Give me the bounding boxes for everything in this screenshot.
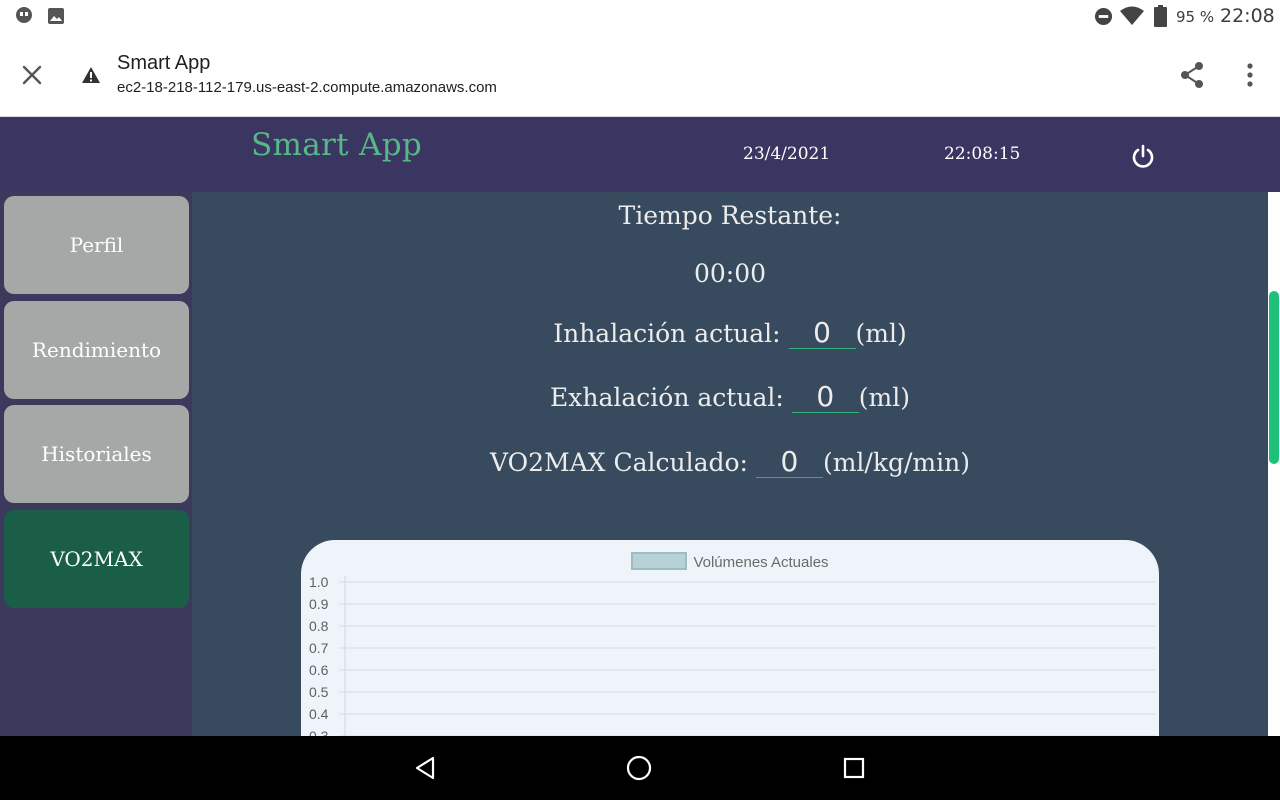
share-icon[interactable] xyxy=(1179,61,1205,89)
exhalation-unit: (ml) xyxy=(858,383,910,412)
remaining-time-value: 00:00 xyxy=(693,259,767,288)
sidebar-item-historiales[interactable]: Historiales xyxy=(4,405,189,503)
hangouts-notification-icon xyxy=(16,7,32,23)
volumes-chart: Volúmenes Actuales 1.0 0.9 0.8 0.7 0.6 0.5 0.4… xyxy=(301,540,1159,736)
remaining-time-label: Tiempo Restante: xyxy=(618,201,842,230)
do-not-disturb-icon xyxy=(1094,7,1113,26)
system-nav-bar xyxy=(0,736,1280,800)
scrollbar-thumb[interactable] xyxy=(1269,291,1279,464)
y-tick-label: 0.3 xyxy=(309,728,329,736)
vo2max-unit: (ml/kg/min) xyxy=(822,448,970,477)
inhalation-unit: (ml) xyxy=(855,319,907,348)
chart-plot: 1.0 0.9 0.8 0.7 0.6 0.5 0.4 0.3 xyxy=(309,574,1156,736)
close-icon[interactable] xyxy=(22,65,42,85)
battery-icon xyxy=(1154,5,1167,27)
browser-toolbar: Smart App ec2-18-218-112-179.us-east-2.c… xyxy=(0,32,1280,117)
image-notification-icon xyxy=(48,8,64,24)
exhalation-label: Exhalación actual: xyxy=(550,383,784,412)
home-icon[interactable] xyxy=(626,755,652,781)
y-tick-label: 0.8 xyxy=(309,618,329,634)
inhalation-label: Inhalación actual: xyxy=(553,319,781,348)
y-tick-label: 0.6 xyxy=(309,662,329,678)
y-tick-label: 1.0 xyxy=(309,574,329,590)
not-secure-warning-icon[interactable] xyxy=(81,66,101,84)
clock: 22:08 xyxy=(1220,5,1275,27)
power-icon[interactable] xyxy=(1129,143,1157,171)
sidebar-item-rendimiento[interactable]: Rendimiento xyxy=(4,301,189,399)
app-brand: Smart App xyxy=(251,127,423,163)
sidebar-item-perfil[interactable]: Perfil xyxy=(4,196,189,294)
scrollbar-track[interactable] xyxy=(1268,192,1280,736)
status-bar: 95 % 22:08 xyxy=(0,0,1280,32)
y-tick-label: 0.9 xyxy=(309,596,329,612)
main-panel: Tiempo Restante: 00:00 Inhalación actual… xyxy=(192,192,1268,736)
back-icon[interactable] xyxy=(414,756,436,780)
page-title: Smart App xyxy=(117,52,211,74)
exhalation-value: 0 xyxy=(791,382,859,413)
vo2max-label: VO2MAX Calculado: xyxy=(490,448,748,477)
header-date: 23/4/2021 xyxy=(743,144,831,164)
sidebar-item-vo2max[interactable]: VO2MAX xyxy=(4,510,189,608)
y-tick-label: 0.4 xyxy=(309,706,329,722)
exhalation-row: Exhalación actual: 0 (ml) xyxy=(192,382,1268,413)
page-url[interactable]: ec2-18-218-112-179.us-east-2.compute.ama… xyxy=(117,79,497,96)
inhalation-row: Inhalación actual: 0 (ml) xyxy=(192,318,1268,349)
app-header: Smart App 23/4/2021 22:08:15 xyxy=(0,117,1280,192)
vo2max-value: 0 xyxy=(755,447,823,478)
recents-icon[interactable] xyxy=(843,757,865,779)
battery-percent: 95 % xyxy=(1176,8,1215,26)
inhalation-value: 0 xyxy=(788,318,856,349)
sidebar: Perfil Rendimiento Historiales VO2MAX xyxy=(0,192,192,736)
y-tick-label: 0.7 xyxy=(309,640,329,656)
y-tick-label: 0.5 xyxy=(309,684,329,700)
wifi-icon xyxy=(1120,6,1144,25)
vo2max-row: VO2MAX Calculado: 0 (ml/kg/min) xyxy=(192,447,1268,478)
header-time: 22:08:15 xyxy=(944,144,1021,164)
more-options-icon[interactable] xyxy=(1246,63,1254,87)
